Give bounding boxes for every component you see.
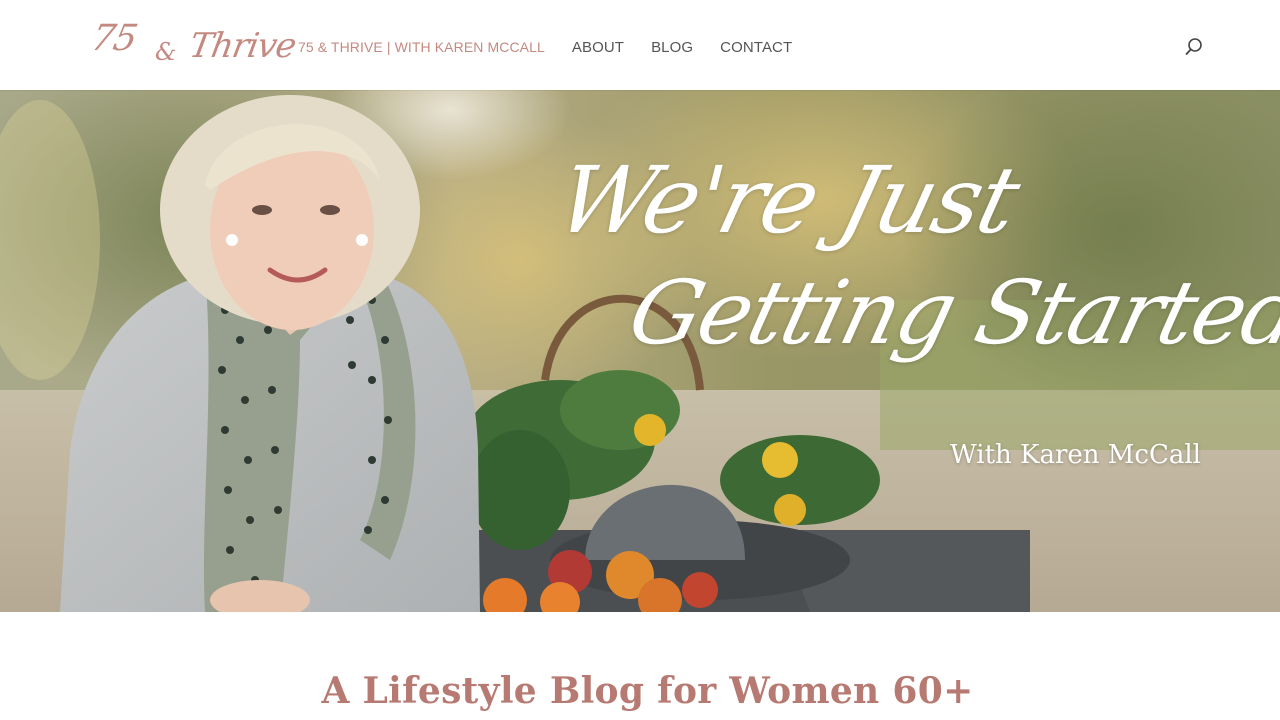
nav-item-about[interactable]: ABOUT <box>572 39 624 56</box>
site-logo[interactable]: 75 & Thrive <box>87 14 299 76</box>
search-icon[interactable] <box>1184 37 1204 57</box>
hero-headline-line1: We're Just <box>546 147 1029 254</box>
nav-item-home[interactable]: 75 & THRIVE | WITH KAREN MCCALL <box>298 39 545 55</box>
hero-subline: With Karen McCall <box>950 440 1201 470</box>
nav-item-blog[interactable]: BLOG <box>651 39 693 56</box>
logo-75-text: 75 <box>87 18 141 59</box>
main-nav: 75 & THRIVE | WITH KAREN MCCALL ABOUT BL… <box>298 36 819 58</box>
hero-headline-line2: Getting Started. <box>619 261 1280 364</box>
page-tagline: A Lifestyle Blog for Women 60+ <box>321 670 974 712</box>
site-header: 75 & Thrive 75 & THRIVE | WITH KAREN MCC… <box>0 0 1280 90</box>
nav-item-contact[interactable]: CONTACT <box>720 39 792 56</box>
hero-banner: We're Just Getting Started. With Karen M… <box>0 90 1280 612</box>
logo-ampersand-text: & <box>155 38 177 66</box>
logo-thrive-text: Thrive <box>186 26 299 66</box>
